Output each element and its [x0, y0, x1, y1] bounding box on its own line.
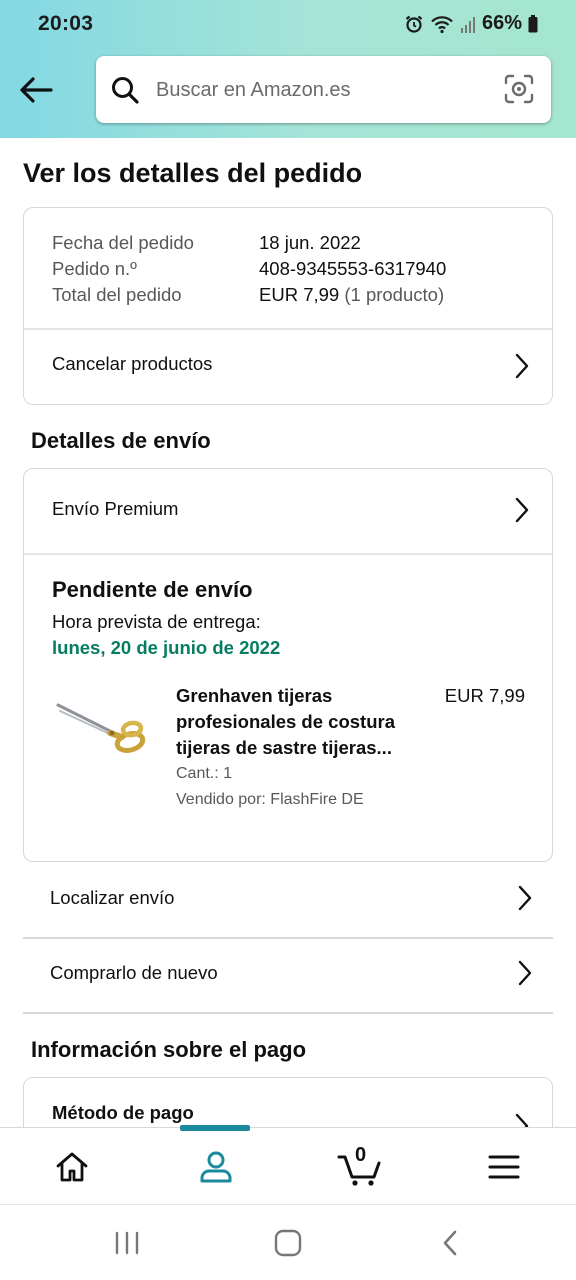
track-shipment-label: Localizar envío [50, 887, 175, 908]
chevron-right-icon [517, 959, 533, 992]
home-system-button[interactable] [258, 1225, 318, 1261]
nav-home[interactable] [0, 1128, 144, 1205]
recent-apps-icon [115, 1231, 139, 1255]
product-image[interactable] [52, 695, 150, 765]
search-input[interactable] [156, 74, 476, 106]
order-total-row: Total del pedido EUR 7,99 (1 producto) [52, 282, 446, 308]
search-bar[interactable] [96, 56, 551, 123]
shipping-section-title: Detalles de envío [31, 428, 211, 453]
chevron-left-icon [443, 1230, 457, 1256]
product-price: EUR 7,99 [444, 685, 525, 706]
shipping-method-row[interactable]: Envío Premium [24, 469, 552, 553]
chevron-right-icon [514, 352, 530, 385]
wifi-icon [430, 14, 454, 34]
order-number-label: Pedido n.º [52, 258, 137, 279]
camera-scan-icon[interactable] [503, 73, 535, 110]
order-total-count: (1 producto) [344, 284, 445, 305]
delivery-estimate-label: Hora prevista de entrega: [52, 611, 261, 632]
status-time: 20:03 [38, 12, 94, 35]
product-title[interactable]: Grenhaven tijeras profesionales de costu… [176, 683, 426, 761]
arrow-left-icon [20, 77, 53, 103]
shipment-status-title: Pendiente de envío [52, 577, 253, 602]
order-total-amount: EUR 7,99 [259, 284, 340, 305]
order-summary-card: Fecha del pedido 18 jun. 2022 Pedido n.º… [23, 207, 553, 405]
shipping-card: Envío Premium Pendiente de envío Hora pr… [23, 468, 553, 862]
scissors-icon [56, 703, 146, 753]
recent-apps-button[interactable] [97, 1225, 157, 1261]
order-date-value: 18 jun. 2022 [259, 232, 361, 253]
product-quantity: Cant.: 1 [176, 765, 233, 782]
order-date-label: Fecha del pedido [52, 232, 194, 253]
app-header: 20:03 66% [0, 0, 576, 138]
signal-icon [460, 14, 476, 34]
order-total-value: EUR 7,99 (1 producto) [259, 282, 444, 308]
page-title: Ver los detalles del pedido [23, 158, 363, 188]
order-total-label: Total del pedido [52, 284, 182, 305]
nav-menu[interactable] [432, 1128, 576, 1205]
status-icons: 66% [404, 12, 538, 35]
order-summary: Fecha del pedido 18 jun. 2022 Pedido n.º… [52, 230, 446, 308]
back-system-button[interactable] [420, 1225, 480, 1261]
menu-icon [488, 1155, 520, 1178]
delivery-estimate-date: lunes, 20 de junio de 2022 [52, 637, 281, 658]
cancel-products-row[interactable]: Cancelar productos [24, 329, 552, 404]
order-number-value: 408-9345553-6317940 [259, 258, 447, 279]
payment-method-title: Método de pago [52, 1102, 194, 1123]
buy-again-row[interactable]: Comprarlo de nuevo [23, 938, 553, 1013]
home-square-icon [274, 1229, 302, 1257]
product-seller: Vendido por: FlashFire DE [176, 791, 364, 808]
order-date-row: Fecha del pedido 18 jun. 2022 [52, 230, 446, 256]
track-shipment-row[interactable]: Localizar envío [23, 863, 553, 938]
payment-section-title: Información sobre el pago [31, 1037, 307, 1062]
system-navigation-bar [0, 1204, 576, 1280]
back-button[interactable] [14, 68, 58, 112]
search-icon [110, 75, 140, 110]
battery-icon [528, 14, 538, 33]
buy-again-label: Comprarlo de nuevo [50, 962, 218, 983]
chevron-right-icon [514, 496, 530, 529]
order-number-row: Pedido n.º 408-9345553-6317940 [52, 256, 446, 282]
cart-count-badge: 0 [355, 1144, 367, 1166]
divider [24, 553, 552, 555]
home-icon [56, 1152, 88, 1181]
divider [23, 1012, 553, 1014]
cancel-products-label: Cancelar productos [52, 353, 213, 374]
account-icon [200, 1151, 232, 1182]
bottom-navigation [0, 1125, 576, 1205]
alarm-icon [404, 14, 424, 34]
chevron-right-icon [517, 884, 533, 917]
battery-level: 66% [481, 12, 522, 34]
status-bar: 20:03 66% [0, 0, 576, 50]
shipping-method-label: Envío Premium [52, 498, 179, 519]
nav-account[interactable] [144, 1128, 288, 1205]
